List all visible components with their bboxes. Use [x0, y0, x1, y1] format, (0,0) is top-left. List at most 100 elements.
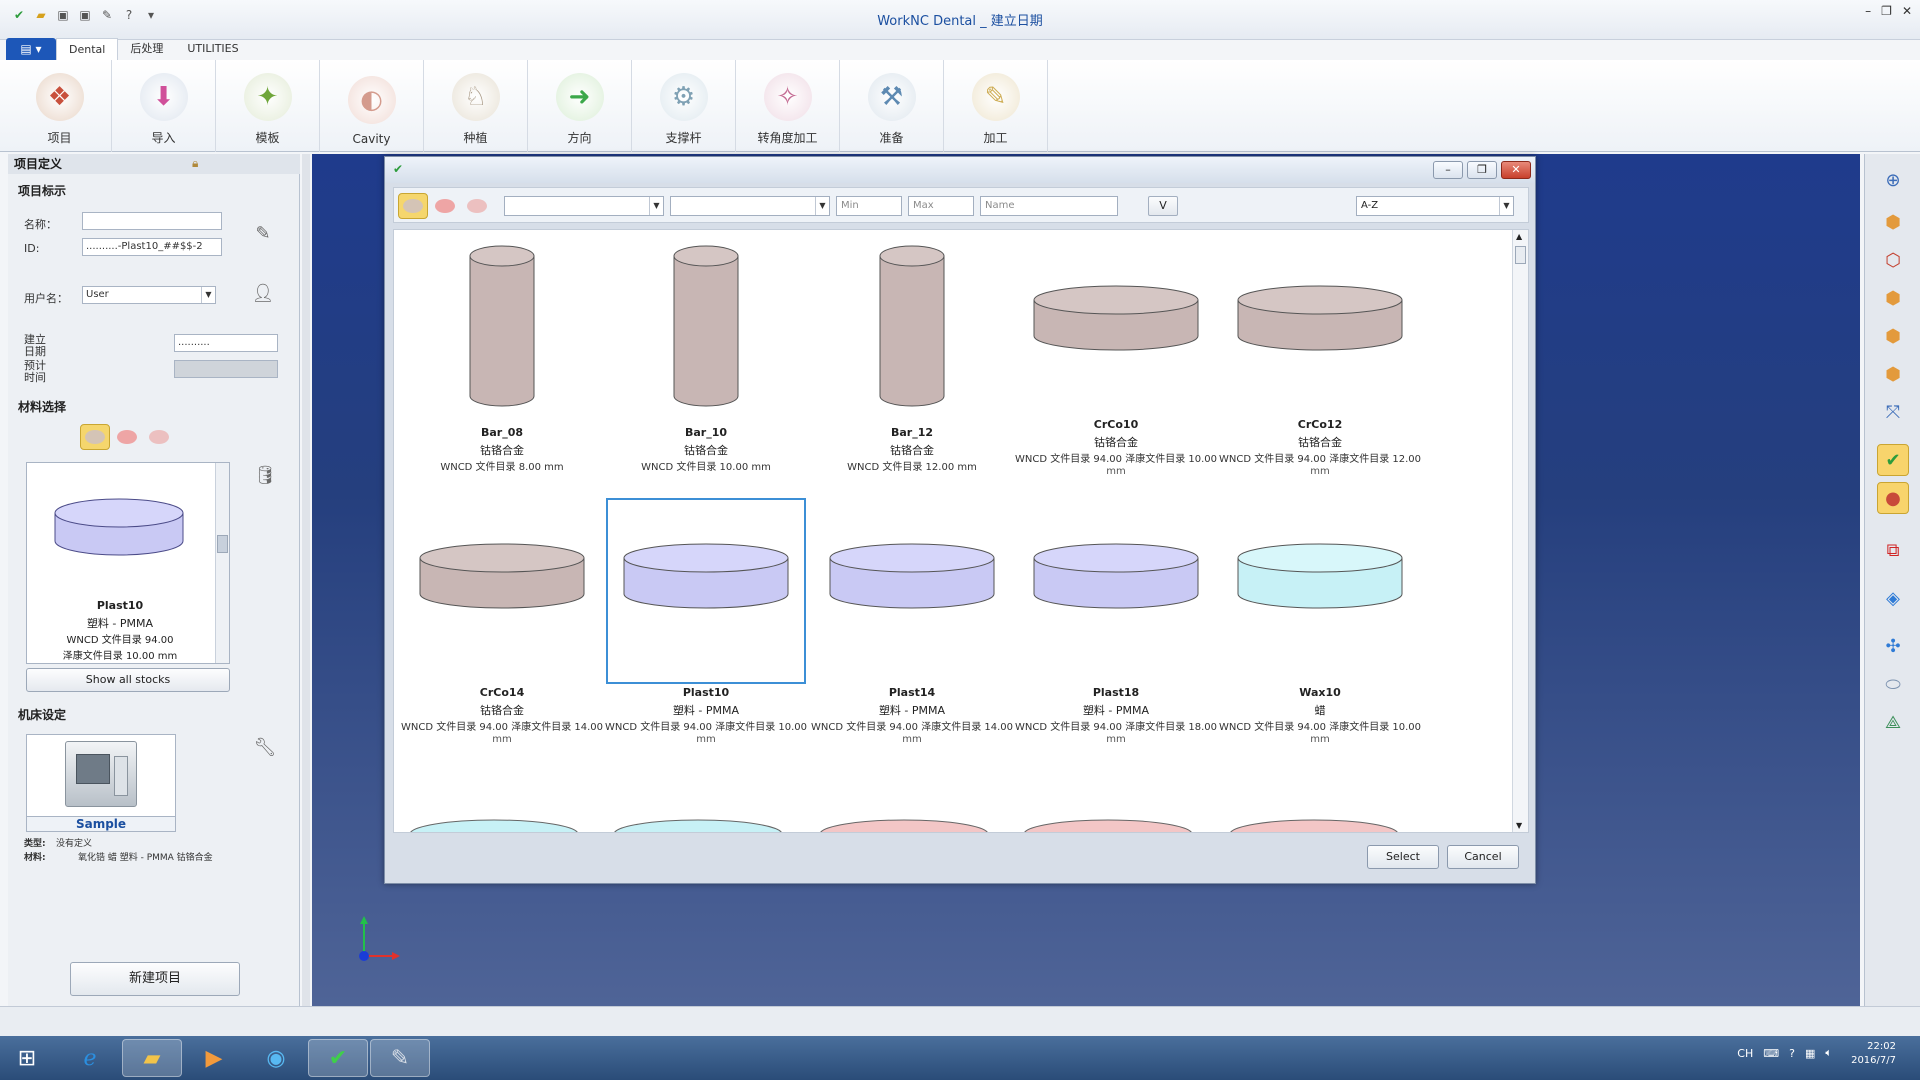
other-filter-toggle[interactable]	[144, 424, 174, 450]
ribbon-template-button[interactable]: ✦ 模板	[216, 60, 320, 152]
min-field[interactable]: Min	[836, 196, 902, 216]
select-button[interactable]: Select	[1367, 845, 1439, 869]
section-plane-icon[interactable]: ◈	[1877, 582, 1909, 614]
created-date-field[interactable]: ..........	[174, 334, 278, 352]
stock-settings-icon[interactable]: 🛢︎	[250, 460, 280, 490]
stock-card-crco10[interactable]: CrCo10 钴铬合金 WNCD 文件目录 94.00 泽康文件目录 10.00 mm	[1015, 238, 1217, 477]
dental-tool-icon[interactable]: ✎	[370, 1039, 430, 1077]
stock-unit: mm	[492, 734, 512, 745]
browser-icon[interactable]: ℯ	[60, 1039, 120, 1077]
ribbon-implant-button[interactable]: ♘ 种植	[424, 60, 528, 152]
dialog-close-button[interactable]: ✕	[1501, 161, 1531, 179]
dialog-maximize-button[interactable]: ❐	[1467, 161, 1497, 179]
ribbon-import-button[interactable]: ⬇ 导入	[112, 60, 216, 152]
ribbon-cavity-button[interactable]: ◐ Cavity	[320, 60, 424, 152]
scroll-down-icon[interactable]: ▼	[1516, 821, 1522, 830]
view-top-icon[interactable]: ⬢	[1877, 320, 1909, 352]
keyboard-icon[interactable]: ⌨	[1763, 1047, 1779, 1060]
network-icon[interactable]: ▦	[1805, 1047, 1815, 1060]
metal-filter-toggle[interactable]	[398, 193, 428, 219]
minimize-button[interactable]: –	[1865, 4, 1871, 18]
stock-card-bar_10[interactable]: Bar_10 钴铬合金 WNCD 文件目录 10.00 mm	[606, 238, 806, 473]
stock-card-plast14[interactable]: Plast14 塑料 - PMMA WNCD 文件目录 94.00 泽康文件目录 1…	[811, 498, 1013, 745]
language-indicator[interactable]: CH	[1737, 1047, 1753, 1060]
stock-card-bar_08[interactable]: Bar_08 钴铬合金 WNCD 文件目录 8.00 mm	[402, 238, 602, 473]
id-field[interactable]: ..........-Plast10_##$$-2	[82, 238, 222, 256]
bar-stock-icon	[469, 245, 535, 407]
stock-card-wax10[interactable]: Wax10 蜡 WNCD 文件目录 94.00 泽康文件目录 10.00 mm	[1219, 498, 1421, 745]
file-menu-button[interactable]: ▤ ▾	[6, 38, 56, 60]
stock-card-crco14[interactable]: CrCo14 钴铬合金 WNCD 文件目录 94.00 泽康文件目录 14.00 mm	[401, 498, 603, 745]
tab-dental[interactable]: Dental	[56, 38, 119, 60]
created-date-label: 建立 日期	[24, 334, 46, 358]
stock-card-crco12[interactable]: CrCo12 钴铬合金 WNCD 文件目录 94.00 泽康文件目录 12.00 mm	[1219, 238, 1421, 477]
help-icon[interactable]: ?	[1789, 1047, 1795, 1060]
media-player-icon[interactable]: ▶	[184, 1039, 244, 1077]
stock-card-bar_12[interactable]: Bar_12 钴铬合金 WNCD 文件目录 12.00 mm	[812, 238, 1012, 473]
zoom-fit-icon[interactable]: ⊕	[1877, 164, 1909, 196]
view-axes-icon[interactable]: ⬡	[1877, 244, 1909, 276]
tab-postprocess[interactable]: 后处理	[118, 38, 175, 60]
other-filter-toggle[interactable]	[462, 193, 492, 219]
stock-unit: mm	[1106, 734, 1126, 745]
lock-icon[interactable]: 🔒︎	[192, 156, 198, 171]
orientation-icon: ➜	[555, 73, 604, 121]
dialog-minimize-button[interactable]: –	[1433, 161, 1463, 179]
ribbon-project-button[interactable]: ❖ 项目	[8, 60, 112, 152]
stock-display-icon[interactable]: ⬭	[1877, 668, 1909, 700]
stock-material: 钴铬合金	[1298, 436, 1342, 449]
clock[interactable]: 22:02 2016/7/7	[1851, 1040, 1896, 1068]
file-explorer-icon[interactable]: ▰	[122, 1039, 182, 1077]
coordinate-system-icon[interactable]: ⤧	[1877, 396, 1909, 428]
view-side-icon[interactable]: ⬢	[1877, 358, 1909, 390]
machine-settings-icon[interactable]: 🔧︎	[250, 732, 280, 762]
max-field[interactable]: Max	[908, 196, 974, 216]
scroll-thumb[interactable]	[1515, 246, 1526, 264]
stock-dimensions: WNCD 文件目录 94.00 泽康文件目录 10.00	[1014, 454, 1218, 465]
view-front-icon[interactable]: ⬢	[1877, 282, 1909, 314]
ribbon-machining-button[interactable]: ✎ 加工	[944, 60, 1048, 152]
material-select[interactable]: ▼	[504, 196, 664, 216]
maximize-button[interactable]: ❐	[1881, 4, 1892, 18]
ribbon-orientation-button[interactable]: ➜ 方向	[528, 60, 632, 152]
measure-icon[interactable]: ⟁	[1877, 706, 1909, 738]
name-filter-field[interactable]: Name	[980, 196, 1118, 216]
metal-filter-toggle[interactable]	[80, 424, 110, 450]
type-select[interactable]: ▼	[670, 196, 830, 216]
ribbon-support-button[interactable]: ⚙ 支撑杆	[632, 60, 736, 152]
worknc-app-icon[interactable]: ✔	[308, 1039, 368, 1077]
display-shaded-icon[interactable]: ✔	[1877, 444, 1909, 476]
stock-preview-scrollbar[interactable]	[215, 463, 229, 663]
volume-icon[interactable]: 🔈︎	[1825, 1046, 1832, 1060]
display-model-icon[interactable]: ●	[1877, 482, 1909, 514]
clock-date: 2016/7/7	[1851, 1055, 1896, 1066]
start-button[interactable]: ⊞	[2, 1039, 52, 1077]
ribbon-label: 方向	[567, 131, 592, 145]
name-field[interactable]	[82, 212, 222, 230]
edit-icon[interactable]: ✎	[248, 218, 278, 248]
cancel-button[interactable]: Cancel	[1447, 845, 1519, 869]
scroll-up-icon[interactable]: ▲	[1516, 232, 1522, 241]
user-select[interactable]: User ▼	[82, 286, 216, 304]
stock-card-plast18[interactable]: Plast18 塑料 - PMMA WNCD 文件目录 94.00 泽康文件目录 1…	[1015, 498, 1217, 745]
stock-card-plast10[interactable]: Plast10 塑料 - PMMA WNCD 文件目录 94.00 泽康文件目录 1…	[605, 498, 807, 745]
ceramic-filter-toggle[interactable]	[112, 424, 142, 450]
scroll-thumb[interactable]	[217, 535, 228, 553]
rotate-view-icon[interactable]: ✣	[1877, 630, 1909, 662]
view-iso-icon[interactable]: ⬢	[1877, 206, 1909, 238]
panel-splitter[interactable]	[302, 154, 310, 1006]
ceramic-filter-toggle[interactable]	[430, 193, 460, 219]
ribbon-angle-machining-button[interactable]: ✧ 转角度加工	[736, 60, 840, 152]
close-button[interactable]: ✕	[1902, 4, 1912, 18]
magnet-icon[interactable]: ⧉	[1877, 534, 1909, 566]
sort-select[interactable]: A-Z ▼	[1356, 196, 1514, 216]
machine-card[interactable]: Sample	[26, 734, 176, 832]
apply-filter-button[interactable]: V	[1148, 196, 1178, 216]
ribbon-prepare-button[interactable]: ⚒ 准备	[840, 60, 944, 152]
tab-utilities[interactable]: UTILITIES	[175, 38, 250, 60]
show-all-stocks-button[interactable]: Show all stocks	[26, 668, 230, 692]
new-project-button[interactable]: 新建项目	[70, 962, 240, 996]
user-icon[interactable]: 👤︎	[248, 278, 278, 308]
chat-app-icon[interactable]: ◉	[246, 1039, 306, 1077]
gallery-scrollbar[interactable]: ▲ ▼	[1512, 230, 1528, 832]
